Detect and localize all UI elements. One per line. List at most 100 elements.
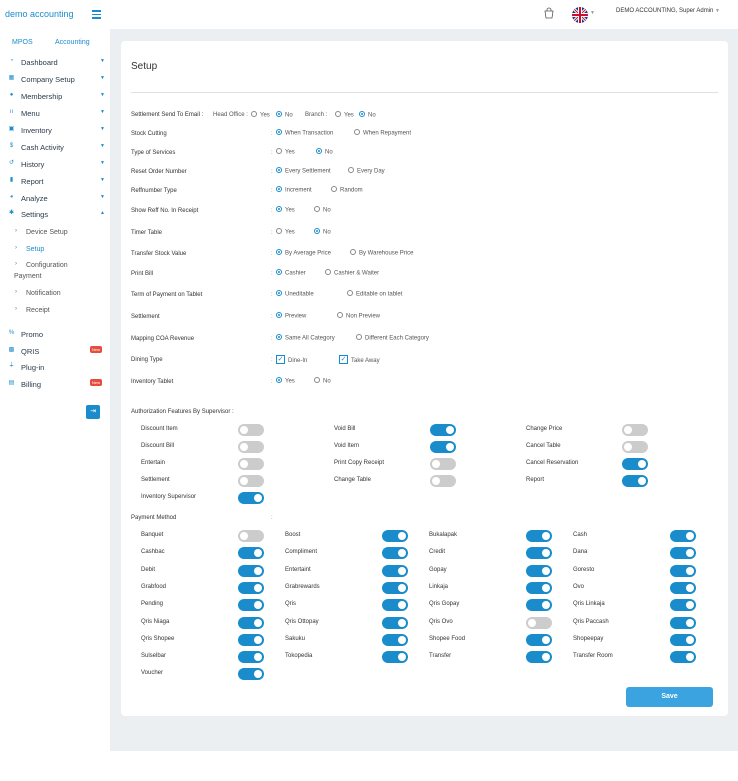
- head-office-no[interactable]: No: [276, 111, 293, 119]
- payment-toggle-banquet[interactable]: [238, 530, 264, 542]
- option-no[interactable]: No: [316, 148, 333, 156]
- payment-toggle-qris-linkaja[interactable]: [670, 599, 696, 612]
- payment-toggle-gopay[interactable]: [526, 564, 552, 577]
- payment-toggle-credit[interactable]: [526, 547, 552, 560]
- option-by-warehouse-price[interactable]: By Warehouse Price: [350, 249, 413, 257]
- option-cashier-waiter[interactable]: Cashier & Waiter: [325, 269, 379, 277]
- sidebar-item-analyze[interactable]: ◕ Analyze ▼: [0, 191, 110, 206]
- option-every-day[interactable]: Every Day: [348, 167, 385, 175]
- option-same-all-category[interactable]: Same All Category: [276, 334, 335, 342]
- payment-toggle-sakuku[interactable]: [382, 633, 408, 646]
- option-dine-in[interactable]: ✓ Dine-In: [276, 355, 307, 365]
- payment-toggle-qris-paccash[interactable]: [670, 616, 696, 629]
- option-no[interactable]: No: [314, 228, 331, 236]
- option-no[interactable]: No: [314, 377, 331, 385]
- payment-toggle-bukalapak[interactable]: [526, 530, 552, 542]
- payment-toggle-shopee-food[interactable]: [526, 633, 552, 646]
- sidebar-item-settings[interactable]: ✱ Settings ▲: [0, 207, 110, 222]
- auth-toggle-report[interactable]: [622, 475, 648, 487]
- sidebar-item-promo[interactable]: % Promo: [0, 327, 110, 342]
- auth-toggle-void-item[interactable]: [430, 441, 456, 453]
- option-cashier[interactable]: Cashier: [276, 269, 306, 277]
- payment-toggle-linkaja[interactable]: [526, 581, 552, 594]
- payment-toggle-entertaint[interactable]: [382, 564, 408, 577]
- auth-toggle-void-bill[interactable]: [430, 424, 456, 436]
- branch-yes[interactable]: Yes: [335, 111, 354, 119]
- option-by-average-price[interactable]: By Average Price: [276, 249, 331, 257]
- payment-toggle-goresto[interactable]: [670, 564, 696, 577]
- uk-flag-icon[interactable]: [572, 7, 588, 23]
- option-when-transaction[interactable]: When Transaction: [276, 129, 333, 137]
- sidebar-item-report[interactable]: ▮ Report ▼: [0, 174, 110, 189]
- option-yes[interactable]: Yes: [276, 228, 295, 236]
- payment-toggle-qris-niaga[interactable]: [238, 616, 264, 629]
- sidebar-item-qris[interactable]: ▩ QRIS New: [0, 344, 110, 359]
- payment-toggle-cashbac[interactable]: [238, 547, 264, 560]
- payment-toggle-qris[interactable]: [382, 599, 408, 612]
- payment-toggle-boost[interactable]: [382, 530, 408, 542]
- option-every-settlement[interactable]: Every Settlement: [276, 167, 331, 175]
- payment-toggle-debit[interactable]: [238, 564, 264, 577]
- option-take-away[interactable]: ✓ Take Away: [339, 355, 380, 365]
- chevron-down-icon[interactable]: ▼: [590, 10, 595, 16]
- sidebar-item-dashboard[interactable]: ◔ Dashboard ▼: [0, 55, 110, 70]
- auth-toggle-change-price[interactable]: [622, 424, 648, 436]
- option-preview[interactable]: Preview: [276, 312, 306, 320]
- option-yes[interactable]: Yes: [276, 148, 295, 156]
- sidebar-item-plug-in[interactable]: ⏚ Plug-in: [0, 360, 110, 375]
- user-menu[interactable]: DEMO ACCOUNTING, Super Admin ▼: [616, 8, 720, 14]
- sidebar-item-company-setup[interactable]: ▦ Company Setup ▼: [0, 72, 110, 87]
- tab-mpos[interactable]: MPOS: [12, 39, 33, 46]
- option-increment[interactable]: Increment: [276, 186, 312, 194]
- auth-toggle-settlement[interactable]: [238, 475, 264, 487]
- collapse-sidebar-icon[interactable]: ⇥: [86, 405, 100, 419]
- payment-toggle-pending[interactable]: [238, 599, 264, 612]
- payment-toggle-compliment[interactable]: [382, 547, 408, 560]
- option-no[interactable]: No: [314, 206, 331, 214]
- sidebar-item-menu[interactable]: ıı Menu ▼: [0, 106, 110, 121]
- sidebar-item-cash-activity[interactable]: $ Cash Activity ▼: [0, 140, 110, 155]
- payment-toggle-dana[interactable]: [670, 547, 696, 560]
- auth-toggle-inventory-supervisor[interactable]: [238, 492, 264, 504]
- payment-toggle-qris-gopay[interactable]: [526, 599, 552, 612]
- payment-toggle-sulselbar[interactable]: [238, 651, 264, 664]
- auth-toggle-cancel-table[interactable]: [622, 441, 648, 453]
- sidebar-item-billing[interactable]: ▤ Billing New: [0, 377, 110, 392]
- option-different-each-category[interactable]: Different Each Category: [356, 334, 429, 342]
- auth-toggle-print-copy-receipt[interactable]: [430, 458, 456, 470]
- option-yes[interactable]: Yes: [276, 377, 295, 385]
- option-uneditable[interactable]: Uneditable: [276, 290, 314, 298]
- head-office-yes[interactable]: Yes: [251, 111, 270, 119]
- sidebar-item-membership[interactable]: ● Membership ▼: [0, 89, 110, 104]
- payment-toggle-grabrewards[interactable]: [382, 581, 408, 594]
- payment-toggle-shopeepay[interactable]: [670, 633, 696, 646]
- payment-toggle-qris-ottopay[interactable]: [382, 616, 408, 629]
- sidebar-item-inventory[interactable]: ▣ Inventory ▼: [0, 123, 110, 138]
- payment-toggle-grabfood[interactable]: [238, 581, 264, 594]
- payment-toggle-voucher[interactable]: [238, 668, 264, 681]
- auth-toggle-discount-item[interactable]: [238, 424, 264, 436]
- option-yes[interactable]: Yes: [276, 206, 295, 214]
- save-button[interactable]: Save: [626, 687, 713, 707]
- auth-toggle-discount-bill[interactable]: [238, 441, 264, 453]
- hamburger-icon[interactable]: [92, 10, 101, 21]
- brand-name[interactable]: demo accounting: [5, 9, 74, 19]
- option-random[interactable]: Random: [331, 186, 363, 194]
- option-editable-on-tablet[interactable]: Editable on tablet: [347, 290, 402, 298]
- payment-toggle-transfer-room[interactable]: [670, 651, 696, 664]
- auth-toggle-entertain[interactable]: [238, 458, 264, 470]
- shopping-bag-icon[interactable]: [543, 7, 555, 19]
- branch-no[interactable]: No: [359, 111, 376, 119]
- tab-accounting[interactable]: Accounting: [55, 39, 90, 46]
- sidebar-item-history[interactable]: ↺ History ▼: [0, 157, 110, 172]
- payment-toggle-cash[interactable]: [670, 530, 696, 542]
- payment-toggle-qris-shopee[interactable]: [238, 633, 264, 646]
- payment-toggle-qris-ovo[interactable]: [526, 616, 552, 629]
- auth-toggle-change-table[interactable]: [430, 475, 456, 487]
- payment-toggle-ovo[interactable]: [670, 581, 696, 594]
- option-when-repayment[interactable]: When Repayment: [354, 129, 411, 137]
- payment-toggle-tokopedia[interactable]: [382, 651, 408, 664]
- payment-toggle-transfer[interactable]: [526, 651, 552, 664]
- auth-toggle-cancel-reservation[interactable]: [622, 458, 648, 470]
- option-non-preview[interactable]: Non Preview: [337, 312, 380, 320]
